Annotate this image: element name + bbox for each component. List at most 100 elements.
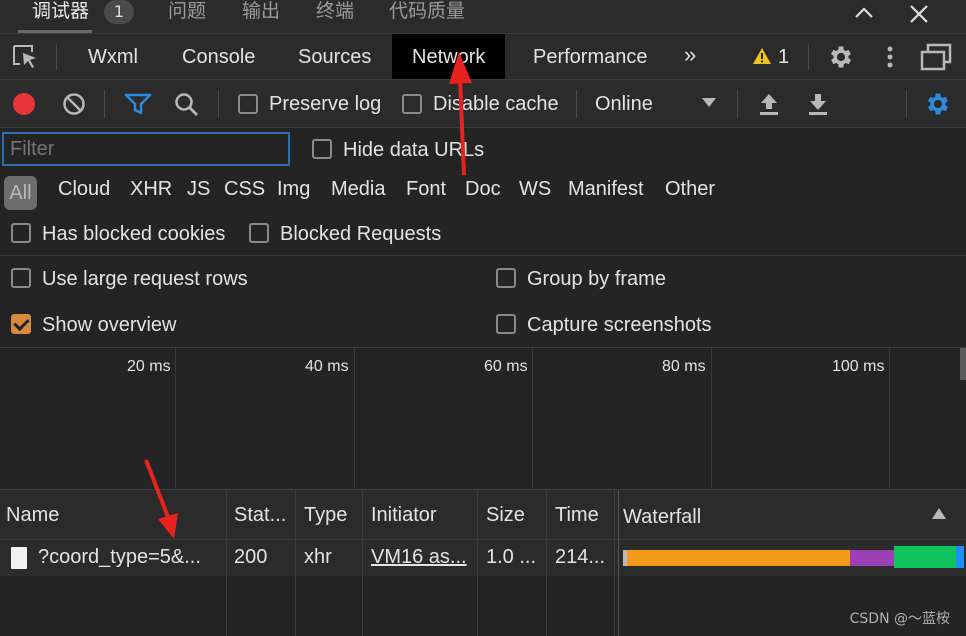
panel-tab-bar: Wxml Console Sources Network Performance… <box>0 34 966 80</box>
column-divider[interactable] <box>546 490 547 636</box>
type-filter-media[interactable]: Media <box>331 178 385 201</box>
use-large-request-rows-label: Use large request rows <box>42 268 248 290</box>
column-header-initiator[interactable]: Initiator <box>371 504 437 527</box>
column-header-status[interactable]: Stat... <box>234 504 286 527</box>
hide-data-urls-checkbox[interactable] <box>312 139 332 159</box>
request-type: xhr <box>304 546 332 568</box>
request-initiator-link[interactable]: VM16 as... <box>371 546 467 569</box>
column-header-size[interactable]: Size <box>486 504 525 527</box>
divider <box>0 255 966 256</box>
type-filter-font[interactable]: Font <box>406 178 446 201</box>
annotation-arrow-icon <box>449 52 472 176</box>
tab-wxml[interactable]: Wxml <box>88 46 138 69</box>
collapse-chevron-up-icon[interactable] <box>852 2 876 22</box>
has-blocked-cookies-checkbox[interactable] <box>11 223 31 243</box>
inspect-element-icon[interactable] <box>12 44 40 70</box>
tick-label: 60 ms <box>484 358 528 375</box>
separator <box>576 90 577 118</box>
type-filter-other[interactable]: Other <box>665 178 715 201</box>
separator <box>218 90 219 118</box>
separator <box>56 44 57 70</box>
show-overview-label: Show overview <box>42 314 177 336</box>
show-overview-checkbox[interactable] <box>11 314 31 334</box>
blocked-requests-checkbox[interactable] <box>249 223 269 243</box>
type-filter-cloud[interactable]: Cloud <box>58 178 110 201</box>
type-filter-doc[interactable]: Doc <box>465 178 501 201</box>
column-divider[interactable] <box>362 490 363 636</box>
filter-input[interactable] <box>2 132 290 166</box>
waterfall-ttfb-segment <box>850 550 894 566</box>
tab-console[interactable]: Console <box>182 46 255 69</box>
tab-debugger[interactable]: 调试器 <box>32 0 89 22</box>
column-divider[interactable] <box>295 490 296 636</box>
tab-performance[interactable]: Performance <box>533 46 648 69</box>
capture-screenshots-checkbox[interactable] <box>496 314 516 334</box>
separator <box>808 44 809 70</box>
type-filter-js[interactable]: JS <box>187 178 210 201</box>
column-header-time[interactable]: Time <box>555 504 599 527</box>
undock-window-icon[interactable] <box>920 43 954 71</box>
separator <box>906 90 907 118</box>
network-settings-gear-icon[interactable] <box>924 90 952 118</box>
tab-terminal[interactable]: 终端 <box>316 0 354 22</box>
capture-screenshots-label: Capture screenshots <box>527 314 712 336</box>
request-time: 214... <box>555 546 606 568</box>
sort-ascending-icon[interactable] <box>932 508 946 520</box>
watermark: CSDN @～蓝桉 <box>849 611 950 627</box>
dropdown-arrow-icon[interactable] <box>702 98 716 108</box>
tab-issues[interactable]: 问题 <box>168 0 206 22</box>
throttling-select[interactable]: Online <box>595 93 653 116</box>
clear-log-icon[interactable] <box>62 92 86 116</box>
tab-code-quality[interactable]: 代码质量 <box>389 0 465 22</box>
column-header-waterfall[interactable]: Waterfall <box>623 506 701 529</box>
more-options-kebab-icon[interactable] <box>886 45 894 71</box>
column-header-type[interactable]: Type <box>304 504 347 527</box>
export-har-download-icon[interactable] <box>808 92 828 116</box>
warning-icon[interactable] <box>752 47 772 65</box>
type-filter-manifest[interactable]: Manifest <box>568 178 644 201</box>
tick-gridline <box>354 348 355 491</box>
type-filter-xhr[interactable]: XHR <box>130 178 172 201</box>
filter-funnel-icon[interactable] <box>124 92 152 116</box>
tick-label: 100 ms <box>832 358 885 375</box>
group-by-frame-checkbox[interactable] <box>496 268 516 288</box>
preserve-log-label: Preserve log <box>269 93 382 115</box>
type-filter-ws[interactable]: WS <box>519 178 551 201</box>
waterfall-end-segment <box>956 546 964 568</box>
tab-sources[interactable]: Sources <box>298 46 371 69</box>
preserve-log-checkbox[interactable] <box>238 94 258 114</box>
column-divider[interactable] <box>614 490 615 636</box>
type-filter-img[interactable]: Img <box>277 178 310 201</box>
import-har-upload-icon[interactable] <box>759 92 779 116</box>
tick-label: 80 ms <box>662 358 706 375</box>
waterfall-queue-segment <box>627 550 850 566</box>
tick-label: 20 ms <box>127 358 171 375</box>
tab-output[interactable]: 输出 <box>242 0 280 22</box>
settings-gear-icon[interactable] <box>827 43 855 71</box>
table-row[interactable]: ?coord_type=5&... 200 xhr VM16 as... 1.0… <box>0 540 966 576</box>
waterfall-download-segment <box>894 546 956 568</box>
search-icon[interactable] <box>174 92 200 118</box>
close-icon[interactable] <box>908 4 930 24</box>
request-name[interactable]: ?coord_type=5&... <box>38 546 201 569</box>
column-header-name[interactable]: Name <box>6 504 59 527</box>
column-divider[interactable] <box>477 490 478 636</box>
overview-scrollbar[interactable] <box>960 348 966 380</box>
tick-label: 40 ms <box>305 358 349 375</box>
network-toolbar: Preserve log Disable cache Online <box>0 80 966 128</box>
type-filter-all[interactable]: All <box>4 176 37 210</box>
active-tab-underline <box>18 30 92 33</box>
separator <box>737 90 738 118</box>
record-button-icon[interactable] <box>12 92 36 116</box>
type-filter-css[interactable]: CSS <box>224 178 265 201</box>
use-large-request-rows-checkbox[interactable] <box>11 268 31 288</box>
disable-cache-checkbox[interactable] <box>402 94 422 114</box>
more-tabs-chevron-icon[interactable]: » <box>684 42 696 68</box>
document-file-icon <box>11 547 27 569</box>
blocked-requests-label: Blocked Requests <box>280 223 442 245</box>
column-divider[interactable] <box>226 490 227 636</box>
tick-gridline <box>889 348 890 491</box>
annotation-arrow-icon <box>144 459 178 539</box>
warning-count[interactable]: 1 <box>778 46 789 69</box>
waterfall-divider <box>618 490 619 636</box>
